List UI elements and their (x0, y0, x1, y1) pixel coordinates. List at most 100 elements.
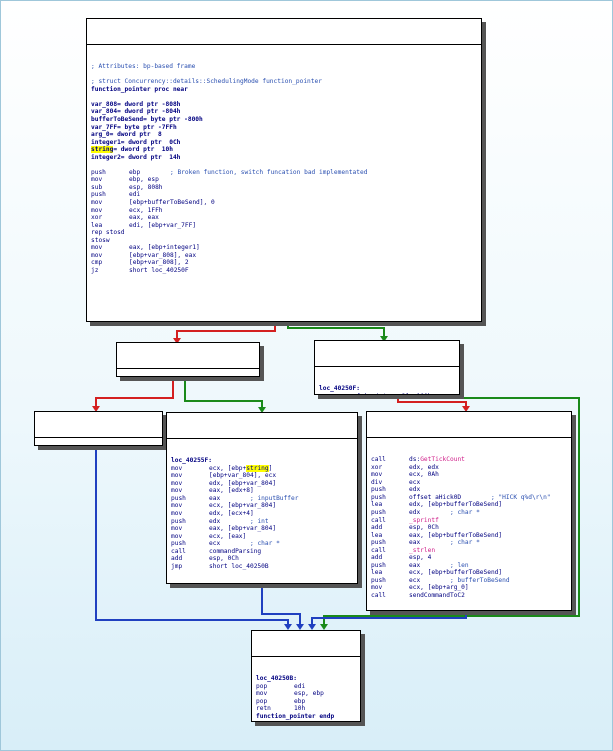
mnemonic: call (371, 546, 386, 554)
stack-variable: integer2= dword ptr 14h (91, 153, 181, 161)
operand: ecx (209, 540, 221, 548)
operand: esp, 0Ch (409, 524, 439, 532)
code-line: call ds:GetTickCount (371, 456, 571, 464)
mnemonic: mov (91, 244, 103, 252)
mnemonic: mov (91, 206, 103, 214)
code-line: xor eax, eax (91, 214, 481, 222)
mnemonic: push (171, 540, 186, 548)
operand: edx, [ebp+var_804] (209, 479, 277, 487)
edge-main-to-loc40250f (287, 321, 385, 340)
comment: ; char * (450, 509, 480, 517)
mnemonic: call (371, 456, 386, 464)
code-line: mov eax, [edx+8] (171, 487, 357, 495)
code-line: add esp, 0Ch (171, 555, 357, 563)
operand: offset aHick0D (409, 493, 462, 501)
code-line: push edx ; int (171, 518, 357, 526)
operand: eax, eax (129, 214, 159, 222)
mnemonic: mov (371, 471, 383, 479)
mnemonic: jmp (171, 562, 183, 570)
operand: ecx, [ebp+bufferToBeSend] (409, 569, 503, 577)
code-line: mov ebp, esp (91, 176, 481, 184)
block-loc-40255f[interactable]: loc_40255F: mov ecx, [ebp+string] mov [ebp+v… (166, 412, 358, 584)
code-line: jz short loc_40250F (91, 267, 481, 275)
mnemonic: sub (91, 183, 103, 191)
code-line: pop ebp (256, 698, 360, 706)
block-cmp-var808-4[interactable]: cmp[ebp+var_808], 4jzshort loc_40255F (116, 342, 260, 377)
block-header (35, 427, 162, 439)
block-loc-40250f[interactable]: loc_40250F:cmp[ebp+integer2], 100hjnzsho… (314, 340, 460, 395)
operand: esp, ebp (294, 690, 324, 698)
code-line: call _strlen (371, 547, 571, 555)
mnemonic: push (371, 493, 386, 501)
code-line: mov [ebp+var_804], ecx (171, 472, 357, 480)
mnemonic: add (371, 554, 383, 562)
mnemonic: mov (91, 199, 103, 207)
block-header (367, 427, 571, 439)
code-line: loc_40255F: (171, 457, 357, 465)
block-header (87, 34, 481, 46)
stack-variable: integer1= dword ptr 0Ch (91, 138, 181, 146)
comment: ; int (250, 517, 269, 525)
block-jmp-40250b[interactable]: jmpshort loc_40250B (34, 411, 163, 446)
operand: edi, [ebp+var_7FF] (129, 221, 197, 229)
operand: edi (129, 191, 141, 199)
comment: ; char * (250, 540, 280, 548)
comment: ; Broken function, switch funcation bad … (170, 168, 368, 176)
mnemonic: mov (371, 584, 383, 592)
comment: ; bufferToBeSend (450, 576, 510, 584)
api-name: GetTickCount (420, 456, 465, 464)
block-function-entry[interactable]: ; Attributes: bp-based frame ; struct Co… (86, 18, 482, 322)
code-line: var_808= dword ptr -808h (91, 101, 481, 109)
block-gettickcount[interactable]: call ds:GetTickCount xor edx, edx mov ecx, 0A… (366, 411, 572, 611)
block-header (315, 356, 459, 368)
operand: [ebp+var_804], ecx (209, 472, 277, 480)
block-code: ; Attributes: bp-based frame ; struct Co… (87, 60, 481, 274)
operand: eax (209, 494, 221, 502)
block-header (167, 428, 357, 440)
mnemonic: lea (371, 569, 383, 577)
code-line: push eax ; char * (371, 539, 571, 547)
comment: ; inputBuffer (250, 494, 299, 502)
operand: ebp, esp (129, 176, 159, 184)
code-line: cmp [ebp+var_808], 2 (91, 259, 481, 267)
code-line: mov edx, [ecx+4] (171, 510, 357, 518)
code-line: push ebp ; Broken function, switch funcat… (91, 169, 481, 177)
code-label: loc_40250F: (319, 385, 360, 393)
operand: edx (409, 486, 421, 494)
operand: [ebp+var_808], 2 (129, 259, 189, 267)
code-line: lea eax, [ebp+bufferToBeSend] (371, 532, 571, 540)
operand: ecx, 0Ah (409, 471, 439, 479)
operand: ] (268, 464, 273, 472)
operand: 10h (294, 705, 306, 713)
operand: ebp (129, 168, 141, 176)
code-label: function_pointer endp (256, 712, 335, 720)
operand: edx, edx (409, 463, 439, 471)
mnemonic: mov (256, 690, 268, 698)
code-line: mov ecx, [ebp+arg_0] (371, 584, 571, 592)
mnemonic: mov (171, 479, 183, 487)
code-line: push edi (91, 191, 481, 199)
mnemonic: push (371, 509, 386, 517)
stack-variable: var_808= dword ptr -808h (91, 100, 181, 108)
code-line: retn 10h (256, 705, 360, 713)
mnemonic: push (91, 191, 106, 199)
stack-variable: bufferToBeSend= byte ptr -800h (91, 116, 203, 124)
operand: eax (409, 561, 421, 569)
mnemonic: lea (371, 501, 383, 509)
code-line: mov ecx, [ebp+var_804] (171, 502, 357, 510)
edge-cmp4-to-loc40255f (184, 376, 263, 411)
block-function-exit[interactable]: loc_40250B: pop edi mov esp, ebp pop ebp retn 10… (251, 630, 361, 722)
code-line: push ecx ; bufferToBeSend (371, 577, 571, 585)
mnemonic: div (371, 478, 383, 486)
code-line: push eax ; inputBuffer (171, 495, 357, 503)
operand: edx, [ebp+bufferToBeSend] (409, 501, 503, 509)
highlighted-token: string (246, 464, 269, 472)
mnemonic: lea (91, 221, 103, 229)
